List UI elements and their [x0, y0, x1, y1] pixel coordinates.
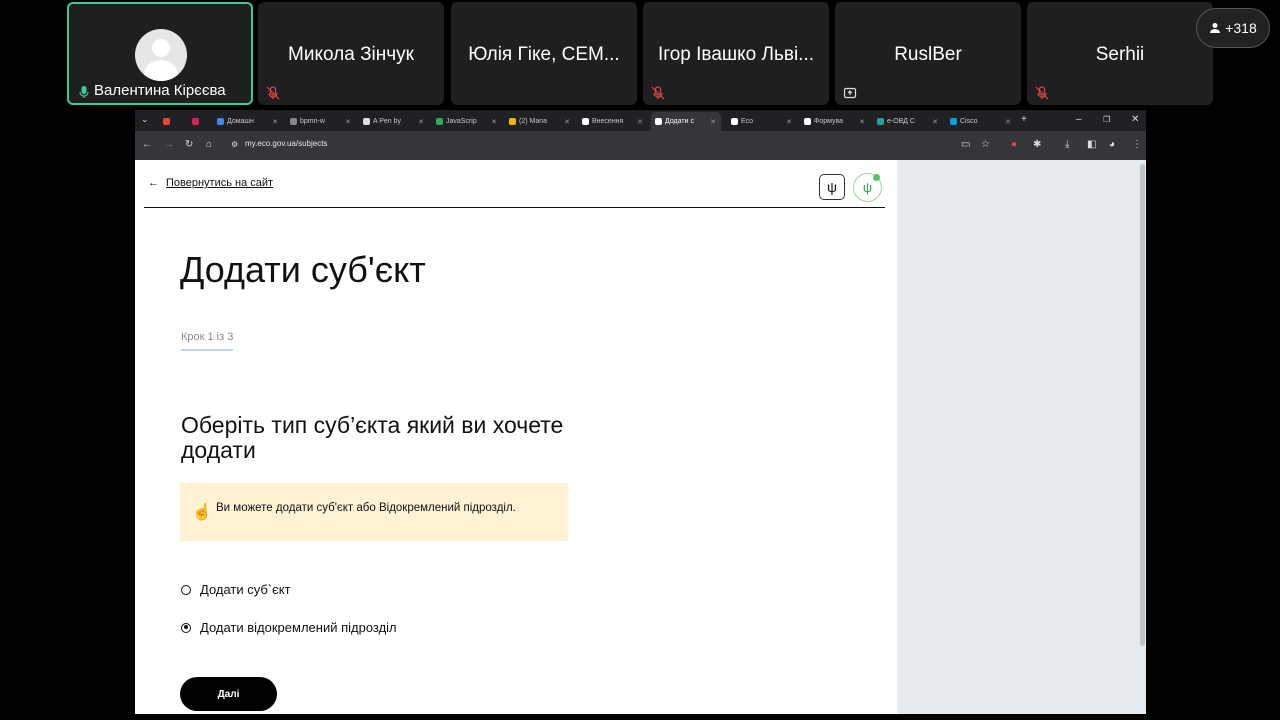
browser-tab[interactable] [159, 112, 173, 131]
step-progress-bar [181, 349, 233, 351]
browser-tab[interactable]: bpmn-w ✕ [286, 112, 356, 131]
radio-add-subject[interactable]: Додати суб`єкт [181, 582, 291, 597]
browser-tab[interactable]: JavaScrip ✕ [432, 112, 502, 131]
bookmark-star-icon[interactable]: ☆ [981, 139, 990, 150]
participant-tile-active[interactable]: Валентина Кірєєва [67, 2, 253, 105]
browser-tab[interactable]: Cisco ✕ [946, 112, 1016, 131]
mic-muted-icon [651, 86, 665, 100]
mic-on-icon [79, 86, 89, 98]
arrow-left-icon: ← [148, 177, 159, 189]
browser-tab[interactable]: Домашн ✕ [213, 112, 283, 131]
participant-name: Юлія Гіке, CEM... [468, 44, 620, 65]
close-window-icon[interactable]: ✕ [1131, 114, 1139, 125]
browser-tab[interactable]: Формува ✕ [800, 112, 870, 131]
trident-logo: ψ [819, 174, 845, 200]
scrollbar[interactable] [1140, 164, 1145, 646]
participant-count: +318 [1225, 20, 1257, 36]
header-divider [144, 207, 885, 208]
info-notice: ☝ Ви можете додати суб'єкт або Відокремл… [180, 483, 568, 541]
browser-tab[interactable]: (2) Мапа ✕ [505, 112, 575, 131]
browser-tab[interactable]: Внесення ✕ [578, 112, 648, 131]
participant-tile[interactable]: Serhii [1027, 2, 1213, 105]
participant-tile[interactable]: RuslBer [835, 2, 1021, 105]
back-to-site-link[interactable]: ← Повернутись на сайт [148, 177, 273, 189]
home-icon[interactable]: ⌂ [206, 139, 212, 150]
browser-tab[interactable]: A Pen by ✕ [359, 112, 429, 131]
browser-tab[interactable] [188, 112, 202, 131]
site-info-icon[interactable]: ⚙ [231, 140, 238, 149]
reload-icon[interactable]: ↻ [185, 139, 193, 150]
tab-bar: ⌄ Домашн ✕ bpmn-w ✕ A Pen by ✕ JavaScrip ✕ (… [135, 110, 1146, 131]
browser-tab[interactable]: е-ОВД С ✕ [873, 112, 943, 131]
avatar [135, 29, 187, 81]
participant-name: Serhii [1095, 44, 1145, 65]
extension-icon[interactable]: ● [1011, 139, 1017, 150]
question-heading: Оберіть тип суб’єкта який ви хочете дода… [181, 412, 564, 463]
browser-toolbar: ← → ↻ ⌂ ⚙ my.eco.gov.ua/subjects ▭ ☆ ● ✱… [135, 131, 1146, 160]
step-indicator: Крок 1 із 3 [181, 331, 234, 343]
menu-icon[interactable]: ⋮ [1132, 139, 1142, 150]
participant-count-button[interactable]: +318 [1196, 8, 1270, 48]
restore-icon[interactable]: ❐ [1103, 115, 1110, 124]
extensions-puzzle-icon[interactable]: ✱ [1033, 139, 1041, 150]
mic-muted-icon [1035, 86, 1049, 100]
mic-muted-icon [266, 86, 280, 100]
person-icon [1210, 23, 1221, 33]
minimize-icon[interactable]: – [1076, 114, 1082, 125]
tab-search-icon[interactable]: ⌄ [141, 114, 149, 125]
participant-tile[interactable]: Микола Зінчук [258, 2, 444, 105]
participant-tile[interactable]: Юлія Гіке, CEM... [451, 2, 637, 105]
side-panel [897, 160, 1146, 714]
eco-logo: ψ [853, 173, 882, 202]
browser-tab-active[interactable]: Додати с ✕ [651, 112, 721, 131]
participant-name: Ігор Івашко Львi... [657, 44, 815, 65]
install-icon[interactable]: ▭ [961, 139, 970, 150]
notice-text: Ви можете додати суб'єкт або Відокремлен… [216, 502, 516, 514]
back-icon[interactable]: ← [142, 139, 152, 150]
radio-label: Додати відокремлений підрозділ [200, 620, 397, 635]
page-title: Додати суб'єкт [180, 249, 426, 290]
share-screen-icon [843, 87, 857, 99]
participant-name: RuslBer [894, 44, 962, 65]
side-panel-icon[interactable]: ◧ [1087, 139, 1096, 150]
back-link-label: Повернутись на сайт [166, 177, 274, 189]
radio-label: Додати суб`єкт [200, 582, 291, 597]
download-icon[interactable]: ⤓ [1065, 139, 1069, 150]
browser-window: ⌄ Домашн ✕ bpmn-w ✕ A Pen by ✕ JavaScrip ✕ (… [135, 110, 1146, 714]
address-bar[interactable]: my.eco.gov.ua/subjects [245, 139, 327, 148]
participant-tile[interactable]: Ігор Івашко Львi... [643, 2, 829, 105]
radio-add-subdivision[interactable]: Додати відокремлений підрозділ [181, 620, 397, 635]
pointing-hand-icon: ☝ [192, 504, 212, 521]
participant-name: Микола Зінчук [288, 44, 414, 65]
participant-name: Валентина Кірєєва [94, 82, 226, 99]
next-button[interactable]: Далі [180, 677, 277, 711]
new-tab-icon[interactable]: + [1021, 114, 1027, 125]
profile-icon[interactable]: ◕ [1109, 139, 1115, 150]
radio-button[interactable] [181, 584, 191, 595]
page-content: ← Повернутись на сайт ψ ψ Додати суб'єкт… [135, 160, 897, 714]
browser-tab[interactable]: Eco ✕ [727, 112, 797, 131]
forward-icon[interactable]: → [164, 139, 174, 150]
radio-button-selected[interactable] [181, 622, 191, 633]
